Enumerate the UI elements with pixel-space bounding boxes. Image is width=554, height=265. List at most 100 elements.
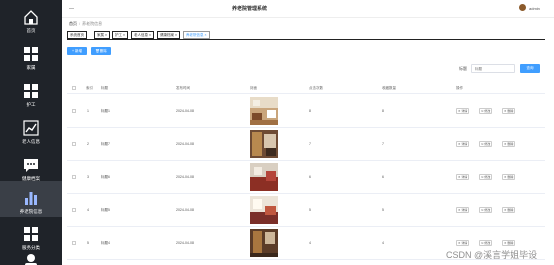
column-header-date: 发布时间 bbox=[176, 86, 190, 90]
delete-button[interactable]: ✕ 删除 bbox=[502, 174, 516, 180]
tab-nursing-home-info[interactable]: 养老院信息 × bbox=[183, 31, 210, 39]
row-checkbox[interactable] bbox=[72, 109, 76, 113]
cover-image[interactable] bbox=[250, 97, 278, 125]
room-photo bbox=[250, 229, 278, 257]
breadcrumb-separator: / bbox=[79, 21, 81, 26]
grid-icon bbox=[24, 84, 38, 98]
delete-selected-button[interactable]: 🗑删除 bbox=[91, 47, 111, 55]
delete-button[interactable]: ✕ 删除 bbox=[502, 108, 516, 114]
breadcrumb-current: 养老院信息 bbox=[82, 21, 103, 26]
breadcrumb-home[interactable]: 首页 bbox=[69, 21, 77, 26]
table-header: 索引 标题 发布时间 封面 点击次数 收藏数量 操作 bbox=[67, 83, 545, 94]
delete-button[interactable]: ✕ 删除 bbox=[502, 207, 516, 213]
grid-icon bbox=[24, 47, 38, 61]
tab-family[interactable]: 家属 × bbox=[94, 31, 111, 39]
sidebar-item-elder-info[interactable]: 老人信息 bbox=[0, 111, 62, 147]
column-header-cover: 封面 bbox=[250, 86, 257, 90]
row-clicks: 6 bbox=[309, 175, 311, 179]
home-icon bbox=[24, 10, 38, 25]
edit-button[interactable]: ⊙ 修改 bbox=[479, 141, 493, 147]
detail-label: 详情 bbox=[461, 175, 468, 179]
search-button[interactable]: 查询 bbox=[520, 64, 540, 73]
row-title: 标题1 bbox=[101, 109, 110, 113]
table-row: 2 标题7 2024-04-08 7 7 ✕ 详情 ⊙ 修改 ✕ 删除 bbox=[67, 128, 545, 161]
detail-button[interactable]: ✕ 详情 bbox=[456, 207, 470, 213]
row-title: 标题4 bbox=[101, 241, 110, 245]
row-date: 2024-04-08 bbox=[176, 175, 194, 179]
delete-button[interactable]: ✕ 删除 bbox=[502, 141, 516, 147]
row-title: 标题6 bbox=[101, 175, 110, 179]
tab-health-records[interactable]: 健康档案 × bbox=[157, 31, 181, 39]
edit-button[interactable]: ⊙ 修改 bbox=[479, 108, 493, 114]
row-index: 1 bbox=[87, 109, 89, 113]
detail-label: 详情 bbox=[461, 142, 468, 146]
row-index: 5 bbox=[87, 241, 89, 245]
column-header-actions: 操作 bbox=[456, 86, 463, 90]
delete-label: 删除 bbox=[507, 109, 514, 113]
edit-label: 修改 bbox=[484, 142, 491, 146]
breadcrumb: 首页 / 养老院信息 bbox=[69, 21, 102, 27]
room-photo bbox=[250, 97, 278, 125]
row-checkbox[interactable] bbox=[72, 208, 76, 212]
detail-button[interactable]: ✕ 详情 bbox=[456, 108, 470, 114]
row-favorites: 4 bbox=[382, 241, 384, 245]
grid-icon bbox=[24, 227, 38, 241]
row-checkbox[interactable] bbox=[72, 241, 76, 245]
sidebar-item-health-records[interactable]: 健康档案 bbox=[0, 148, 62, 184]
trend-icon bbox=[23, 120, 39, 136]
row-favorites: 5 bbox=[382, 208, 384, 212]
row-clicks: 4 bbox=[309, 241, 311, 245]
row-checkbox[interactable] bbox=[72, 175, 76, 179]
row-checkbox[interactable] bbox=[72, 142, 76, 146]
row-clicks: 8 bbox=[309, 109, 311, 113]
edit-button[interactable]: ⊙ 修改 bbox=[479, 240, 493, 246]
avatar[interactable] bbox=[519, 4, 526, 11]
user-name[interactable]: admin bbox=[529, 6, 540, 11]
row-favorites: 6 bbox=[382, 175, 384, 179]
cover-image[interactable] bbox=[250, 130, 278, 158]
delete-label: 删除 bbox=[507, 142, 514, 146]
room-photo bbox=[250, 130, 278, 158]
tab-system-home[interactable]: 系统首页 bbox=[67, 31, 87, 39]
row-index: 3 bbox=[87, 175, 89, 179]
select-all-checkbox[interactable] bbox=[72, 86, 76, 90]
cover-image[interactable] bbox=[250, 196, 278, 224]
search-input[interactable] bbox=[471, 64, 515, 73]
sidebar-item-nursing-home-info[interactable]: 养老院信息 bbox=[0, 181, 62, 217]
tab-elder-info[interactable]: 老人信息 × bbox=[131, 31, 155, 39]
table-row: 3 标题6 2024-04-08 6 6 ✕ 详情 ⊙ 修改 ✕ 删除 bbox=[67, 161, 545, 194]
row-favorites: 7 bbox=[382, 142, 384, 146]
sidebar-item-family[interactable]: 家属 bbox=[0, 37, 62, 73]
row-clicks: 7 bbox=[309, 142, 311, 146]
column-header-index: 索引 bbox=[86, 86, 93, 90]
edit-button[interactable]: ⊙ 修改 bbox=[479, 207, 493, 213]
row-clicks: 5 bbox=[309, 208, 311, 212]
add-button[interactable]: + 新增 bbox=[67, 47, 87, 55]
edit-button[interactable]: ⊙ 修改 bbox=[479, 174, 493, 180]
sidebar: 首页 家属 护工 老人信息 健康档案 养老院信息 服务分类 bbox=[0, 0, 62, 265]
delete-button[interactable]: ✕ 删除 bbox=[502, 240, 516, 246]
row-index: 4 bbox=[87, 208, 89, 212]
room-photo bbox=[250, 163, 278, 191]
sidebar-item-label: 养老院信息 bbox=[19, 209, 43, 214]
sidebar-item-caregiver[interactable]: 护工 bbox=[0, 74, 62, 110]
tab-caregiver[interactable]: 护工 × bbox=[112, 31, 129, 39]
edit-label: 修改 bbox=[484, 241, 491, 245]
delete-selected-label: 删除 bbox=[99, 49, 107, 53]
sidebar-item-service-category[interactable]: 服务分类 bbox=[0, 217, 62, 253]
sidebar-item-label: 服务分类 bbox=[22, 245, 40, 250]
detail-button[interactable]: ✕ 详情 bbox=[456, 240, 470, 246]
detail-label: 详情 bbox=[461, 109, 468, 113]
row-date: 2024-04-08 bbox=[176, 109, 194, 113]
menu-collapse-toggle[interactable]: — bbox=[69, 6, 74, 12]
sidebar-item-home[interactable]: 首页 bbox=[0, 0, 62, 36]
sidebar-item-label: 护工 bbox=[26, 102, 36, 107]
cover-image[interactable] bbox=[250, 229, 278, 257]
detail-button[interactable]: ✕ 详情 bbox=[456, 141, 470, 147]
table-row: 1 标题1 2024-04-08 8 8 ✕ 详情 ⊙ 修改 ✕ 删除 bbox=[67, 95, 545, 128]
column-header-clicks: 点击次数 bbox=[309, 86, 323, 90]
cover-image[interactable] bbox=[250, 163, 278, 191]
user-icon[interactable] bbox=[23, 253, 39, 265]
detail-button[interactable]: ✕ 详情 bbox=[456, 174, 470, 180]
row-favorites: 8 bbox=[382, 109, 384, 113]
